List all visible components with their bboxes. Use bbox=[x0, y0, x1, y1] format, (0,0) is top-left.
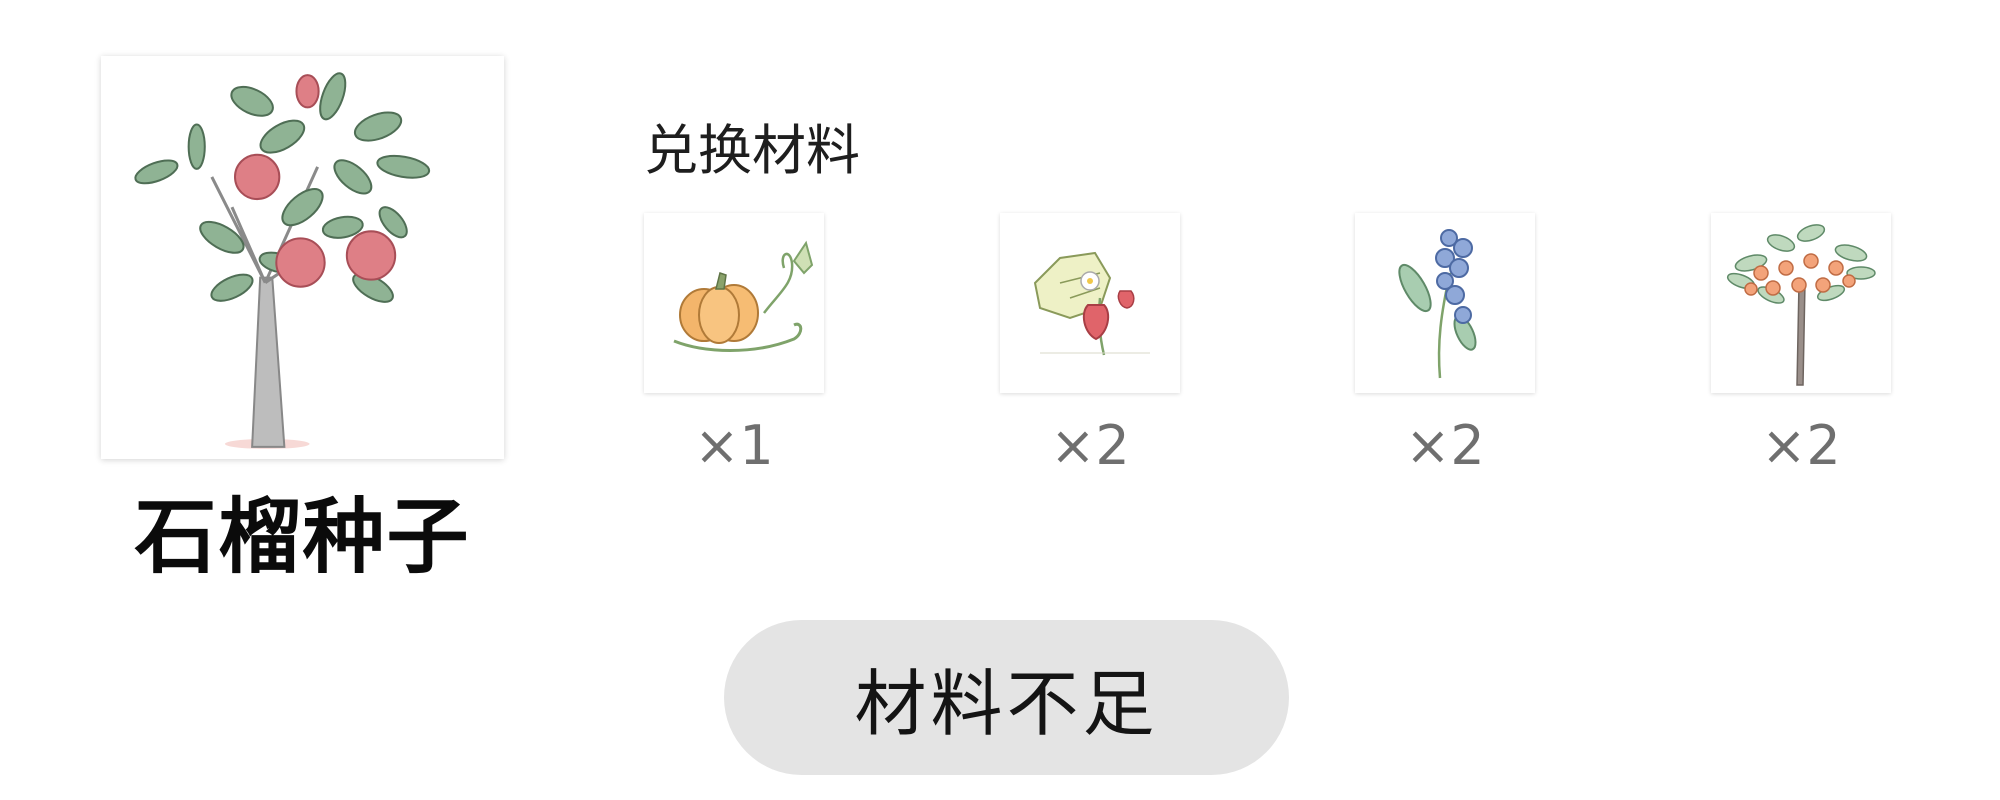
insufficient-materials-button[interactable]: 材料不足 bbox=[724, 620, 1289, 775]
strawberry-icon bbox=[1033, 251, 1150, 356]
seed-image bbox=[101, 56, 504, 459]
material-item-strawberry bbox=[1000, 213, 1180, 393]
material-item-pumpkin bbox=[644, 213, 824, 393]
pumpkin-icon bbox=[673, 240, 814, 352]
orange-tree-icon bbox=[1726, 224, 1876, 386]
material-quantity: ×1 bbox=[694, 414, 774, 477]
pomegranate-tree-icon bbox=[134, 72, 431, 449]
material-quantity: ×2 bbox=[1050, 414, 1130, 477]
material-item-orange-tree bbox=[1711, 213, 1891, 393]
material-quantity: ×2 bbox=[1761, 414, 1841, 477]
materials-title: 兑换材料 bbox=[644, 119, 860, 182]
seed-name: 石榴种子 bbox=[134, 490, 471, 585]
blueberry-icon bbox=[1398, 229, 1477, 379]
material-quantity: ×2 bbox=[1405, 414, 1485, 477]
material-item-blueberry bbox=[1355, 213, 1535, 393]
